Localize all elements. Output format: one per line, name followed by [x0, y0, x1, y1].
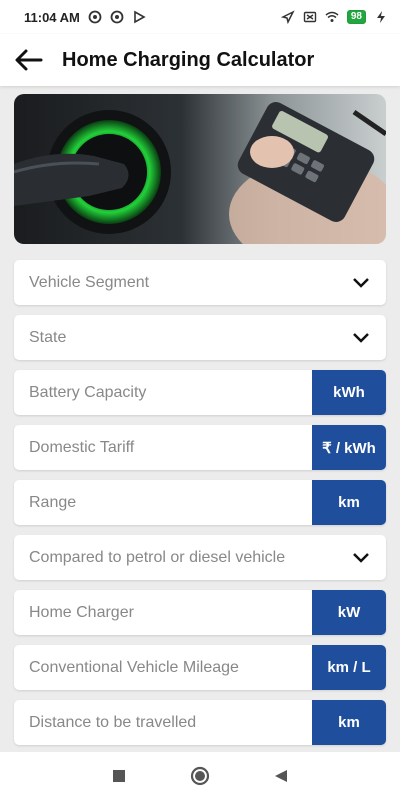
- distance-placeholder: Distance to be travelled: [29, 713, 197, 731]
- sync-icon: [88, 10, 102, 24]
- battery-capacity-placeholder: Battery Capacity: [29, 383, 147, 401]
- chevron-down-icon: [336, 260, 386, 305]
- domestic-tariff-unit: ₹ / kWh: [312, 425, 386, 470]
- recents-square-icon[interactable]: [112, 769, 126, 783]
- range-placeholder: Range: [29, 493, 77, 511]
- compared-vehicle-label: Compared to petrol or diesel vehicle: [29, 548, 286, 566]
- battery-indicator: 98: [346, 10, 366, 24]
- play-store-icon: [134, 10, 146, 24]
- distance-unit: km: [312, 700, 386, 745]
- range-input[interactable]: Range km: [14, 480, 386, 525]
- compared-vehicle-dropdown[interactable]: Compared to petrol or diesel vehicle: [14, 535, 386, 580]
- home-charger-placeholder: Home Charger: [29, 603, 134, 621]
- battery-capacity-input[interactable]: Battery Capacity kWh: [14, 370, 386, 415]
- page-title: Home Charging Calculator: [62, 48, 315, 71]
- ev-charging-calculator-image: [14, 94, 386, 244]
- distance-input[interactable]: Distance to be travelled km: [14, 700, 386, 745]
- home-circle-icon[interactable]: [190, 766, 210, 786]
- sim-off-icon: [303, 11, 317, 23]
- status-time: 11:04 AM: [24, 9, 80, 25]
- home-charger-unit: kW: [312, 590, 386, 635]
- conventional-mileage-placeholder: Conventional Vehicle Mileage: [29, 658, 239, 676]
- app-bar: Home Charging Calculator: [0, 34, 400, 86]
- state-dropdown[interactable]: State: [14, 315, 386, 360]
- state-label: State: [29, 328, 67, 346]
- location-icon: [280, 10, 295, 24]
- banner-image: [14, 94, 386, 244]
- conventional-mileage-input[interactable]: Conventional Vehicle Mileage km / L: [14, 645, 386, 690]
- chevron-down-icon: [336, 535, 386, 580]
- charging-bolt-icon: [377, 11, 385, 23]
- conventional-mileage-unit: km / L: [312, 645, 386, 690]
- vehicle-segment-dropdown[interactable]: Vehicle Segment: [14, 260, 386, 305]
- wifi-icon: [325, 11, 339, 22]
- battery-capacity-unit: kWh: [312, 370, 386, 415]
- home-charger-input[interactable]: Home Charger kW: [14, 590, 386, 635]
- back-triangle-icon[interactable]: [274, 769, 288, 783]
- back-arrow-icon: [15, 49, 43, 71]
- vehicle-segment-label: Vehicle Segment: [29, 273, 150, 291]
- range-unit: km: [312, 480, 386, 525]
- status-bar: 11:04 AM 98: [0, 0, 400, 34]
- sync-icon-2: [110, 10, 124, 24]
- chevron-down-icon: [336, 315, 386, 360]
- back-button[interactable]: [4, 34, 54, 86]
- domestic-tariff-placeholder: Domestic Tariff: [29, 438, 135, 456]
- domestic-tariff-input[interactable]: Domestic Tariff ₹ / kWh: [14, 425, 386, 470]
- system-nav-bar: [0, 752, 400, 800]
